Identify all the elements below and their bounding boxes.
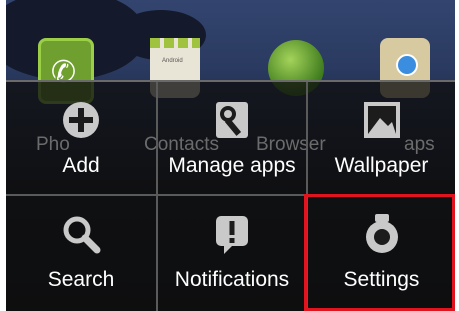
menu-label-manage-apps: Manage apps	[168, 154, 296, 177]
manage-apps-icon	[216, 102, 248, 138]
menu-label-notifications: Notifications	[174, 268, 290, 291]
contacts-tabs	[150, 38, 200, 48]
menu-item-add[interactable]: Add	[6, 82, 158, 196]
menu-item-wallpaper[interactable]: Wallpaper	[308, 82, 455, 196]
wallpaper-icon	[363, 102, 400, 138]
menu-item-search[interactable]: Search	[6, 196, 158, 311]
contacts-icon-text: Android	[162, 58, 183, 64]
menu-item-manage-apps[interactable]: Manage apps	[158, 82, 308, 196]
settings-highlight-box	[304, 194, 455, 311]
notifications-icon	[216, 216, 248, 254]
add-icon	[63, 102, 99, 138]
menu-label-add: Add	[62, 154, 100, 177]
menu-label-wallpaper: Wallpaper	[334, 154, 429, 177]
maps-icon	[396, 54, 418, 76]
menu-item-notifications[interactable]: Notifications	[158, 196, 308, 311]
search-icon	[63, 216, 101, 254]
menu-label-search: Search	[47, 268, 115, 291]
